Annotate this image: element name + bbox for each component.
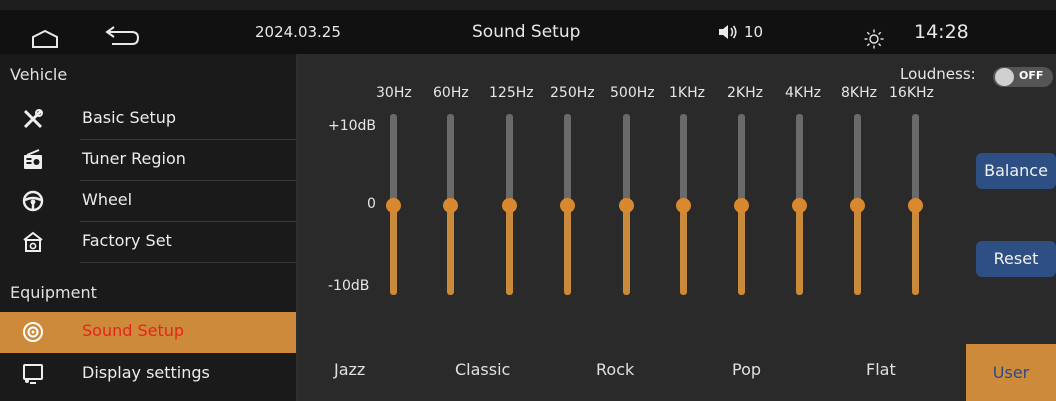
eq-track-upper[interactable] bbox=[506, 114, 513, 205]
wrench-screwdriver-icon bbox=[22, 108, 44, 130]
eq-track-upper[interactable] bbox=[796, 114, 803, 205]
band-freq-label: 8KHz bbox=[841, 85, 877, 101]
volume-indicator[interactable]: 10 bbox=[718, 10, 763, 54]
eq-slider-knob[interactable] bbox=[619, 197, 634, 213]
sidebar-item-basic-setup[interactable]: Basic Setup bbox=[0, 99, 298, 140]
sidebar-item-wheel[interactable]: Wheel bbox=[0, 181, 298, 222]
band-freq-label: 1KHz bbox=[669, 85, 705, 101]
eq-track-fill[interactable] bbox=[447, 204, 454, 295]
eq-slider-knob[interactable] bbox=[443, 197, 458, 213]
toggle-knob bbox=[995, 68, 1014, 86]
clock: 14:28 bbox=[914, 21, 969, 43]
preset-flat[interactable]: Flat bbox=[866, 360, 896, 379]
preset-user[interactable]: User bbox=[966, 344, 1056, 401]
eq-slider-knob[interactable] bbox=[386, 197, 401, 213]
home-icon[interactable] bbox=[30, 22, 60, 48]
eq-track-fill[interactable] bbox=[738, 204, 745, 295]
radio-icon bbox=[22, 149, 44, 171]
equalizer-panel: Loudness: OFF 30Hz 60Hz 125Hz 250Hz 500H… bbox=[299, 54, 1056, 401]
loudness-state: OFF bbox=[1019, 69, 1044, 82]
eq-track-upper[interactable] bbox=[912, 114, 919, 205]
sidebar-item-label: Wheel bbox=[82, 190, 133, 209]
band-freq-label: 2KHz bbox=[727, 85, 763, 101]
band-freq-label: 250Hz bbox=[550, 85, 595, 101]
sidebar-item-label: Display settings bbox=[82, 363, 210, 382]
preset-jazz[interactable]: Jazz bbox=[334, 360, 365, 379]
band-freq-label: 500Hz bbox=[610, 85, 655, 101]
eq-track-upper[interactable] bbox=[390, 114, 397, 205]
band-freq-label: 125Hz bbox=[489, 85, 534, 101]
eq-track-fill[interactable] bbox=[390, 204, 397, 295]
brightness-icon[interactable] bbox=[864, 22, 884, 49]
factory-home-icon bbox=[22, 231, 44, 253]
preset-rock[interactable]: Rock bbox=[596, 360, 634, 379]
sidebar: Vehicle Basic Setup Tuner Region Wheel F… bbox=[0, 54, 298, 401]
sidebar-item-tuner-region[interactable]: Tuner Region bbox=[0, 140, 298, 181]
sidebar-item-label: Tuner Region bbox=[82, 149, 186, 168]
eq-track-upper[interactable] bbox=[564, 114, 571, 205]
status-bar: 2024.03.25 Sound Setup 10 14:28 bbox=[0, 10, 1056, 54]
eq-track-fill[interactable] bbox=[912, 204, 919, 295]
eq-track-upper[interactable] bbox=[854, 114, 861, 205]
sidebar-item-factory-set[interactable]: Factory Set bbox=[0, 222, 298, 263]
app-window: 2024.03.25 Sound Setup 10 14:28 Vehicle … bbox=[0, 0, 1056, 401]
eq-slider-knob[interactable] bbox=[676, 197, 691, 213]
date-display: 2024.03.25 bbox=[255, 23, 341, 41]
eq-track-upper[interactable] bbox=[623, 114, 630, 205]
eq-slider-knob[interactable] bbox=[792, 197, 807, 213]
loudness-label: Loudness: bbox=[900, 65, 976, 83]
sidebar-item-label: Sound Setup bbox=[82, 321, 185, 340]
eq-slider-knob[interactable] bbox=[560, 197, 575, 213]
preset-pop[interactable]: Pop bbox=[732, 360, 761, 379]
loudness-toggle[interactable]: OFF bbox=[993, 67, 1053, 87]
db-label-top: +10dB bbox=[328, 118, 377, 134]
band-freq-label: 30Hz bbox=[376, 85, 412, 101]
speaker-icon bbox=[22, 321, 44, 343]
band-freq-label: 60Hz bbox=[433, 85, 469, 101]
eq-track-upper[interactable] bbox=[738, 114, 745, 205]
band-freq-label: 4KHz bbox=[785, 85, 821, 101]
balance-button[interactable]: Balance bbox=[976, 153, 1056, 189]
sidebar-item-label: Basic Setup bbox=[82, 108, 177, 127]
eq-track-upper[interactable] bbox=[680, 114, 687, 205]
steering-wheel-icon bbox=[22, 190, 44, 212]
sidebar-item-display-settings[interactable]: Display settings bbox=[0, 354, 298, 395]
sidebar-item-sound-setup[interactable]: Sound Setup bbox=[0, 312, 298, 353]
db-label-bottom: -10dB bbox=[328, 278, 370, 294]
eq-slider-knob[interactable] bbox=[502, 197, 517, 213]
eq-track-fill[interactable] bbox=[680, 204, 687, 295]
page-title: Sound Setup bbox=[472, 22, 581, 42]
section-header-equipment: Equipment bbox=[10, 283, 97, 302]
reset-button[interactable]: Reset bbox=[976, 241, 1056, 277]
eq-track-upper[interactable] bbox=[447, 114, 454, 205]
eq-slider-knob[interactable] bbox=[734, 197, 749, 213]
eq-track-fill[interactable] bbox=[506, 204, 513, 295]
display-icon bbox=[22, 363, 44, 385]
eq-slider-knob[interactable] bbox=[908, 197, 923, 213]
eq-track-fill[interactable] bbox=[854, 204, 861, 295]
eq-track-fill[interactable] bbox=[623, 204, 630, 295]
db-label-mid: 0 bbox=[367, 196, 376, 212]
preset-classic[interactable]: Classic bbox=[455, 360, 510, 379]
eq-track-fill[interactable] bbox=[796, 204, 803, 295]
eq-slider-knob[interactable] bbox=[850, 197, 865, 213]
section-header-vehicle: Vehicle bbox=[10, 65, 68, 84]
sidebar-item-label: Factory Set bbox=[82, 231, 172, 250]
volume-level: 10 bbox=[744, 23, 764, 41]
back-icon[interactable] bbox=[104, 20, 142, 45]
volume-icon bbox=[719, 25, 737, 39]
band-freq-label: 16KHz bbox=[889, 85, 934, 101]
divider bbox=[80, 262, 298, 263]
eq-track-fill[interactable] bbox=[564, 204, 571, 295]
